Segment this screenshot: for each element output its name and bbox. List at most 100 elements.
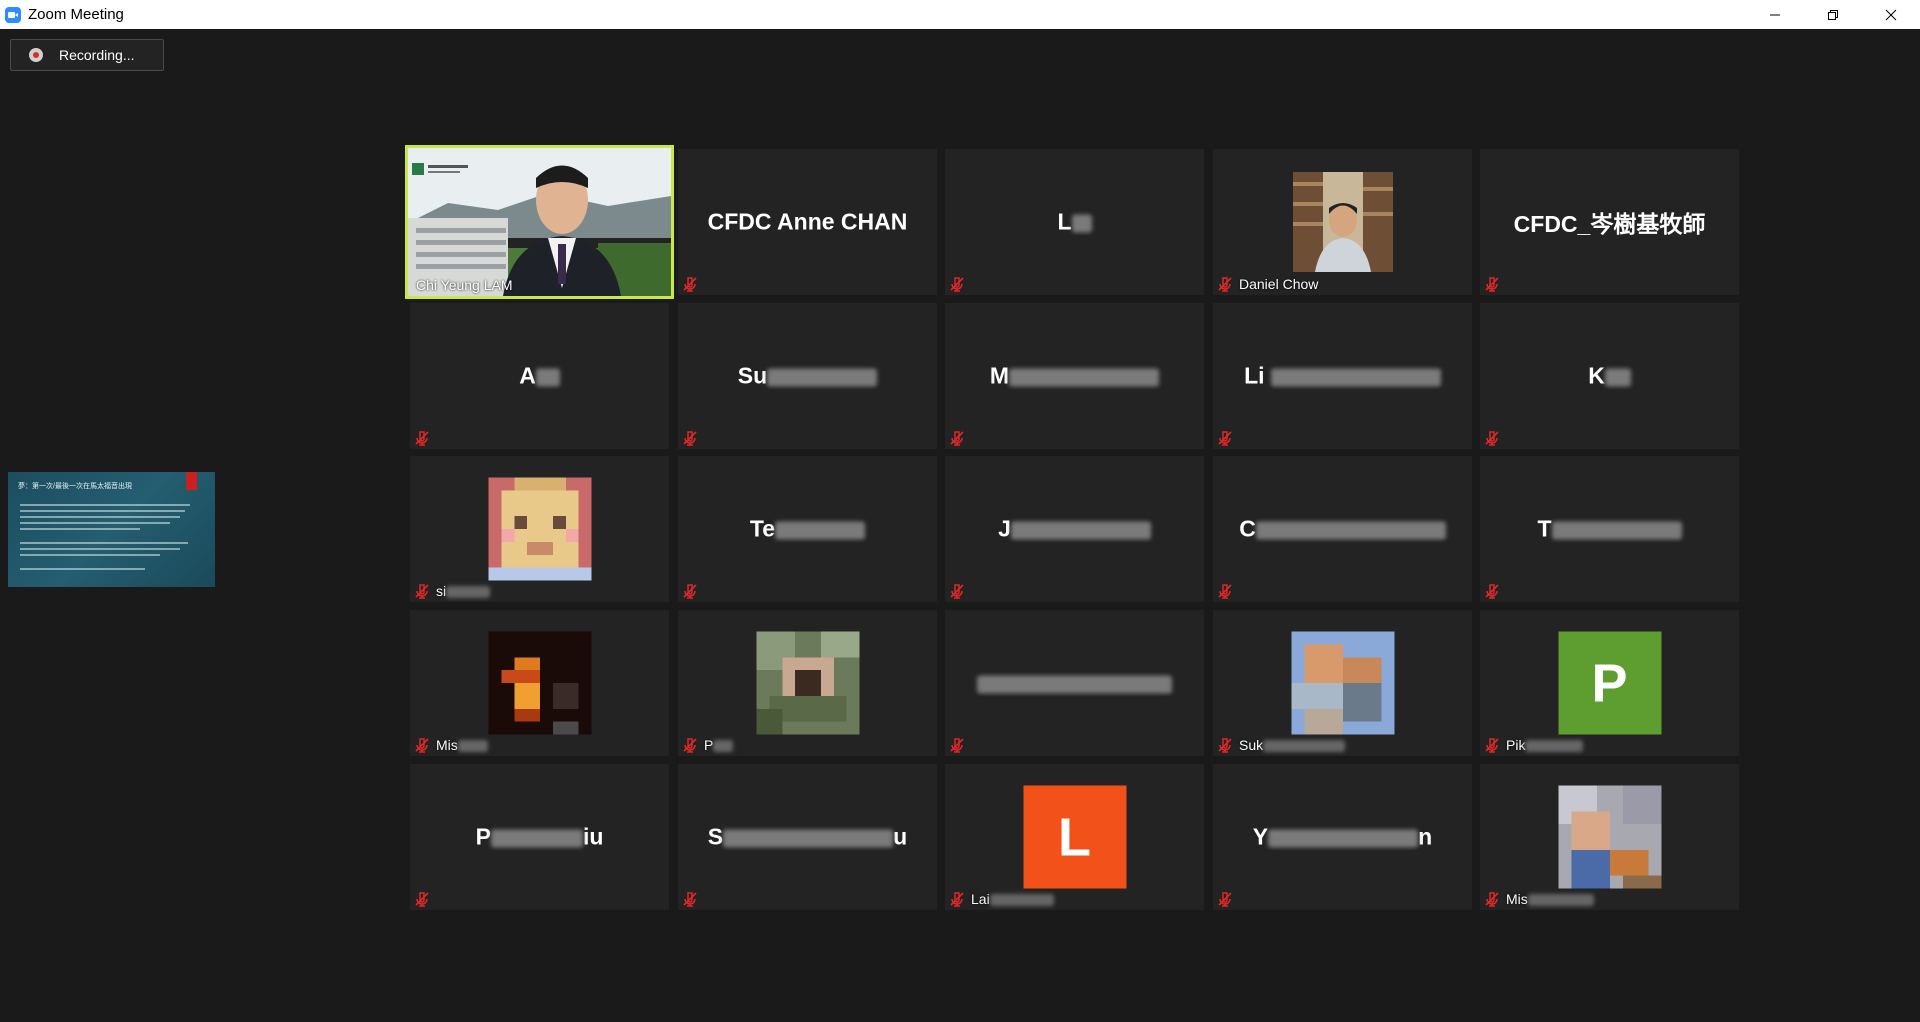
muted-mic-icon <box>1485 430 1499 446</box>
name-blurred-part <box>723 829 894 848</box>
name-blurred-part <box>1270 368 1441 387</box>
tile-footer <box>414 890 430 907</box>
participant-tile[interactable]: L Lai <box>945 764 1204 910</box>
participant-tile[interactable]: Mis <box>1480 764 1739 910</box>
tile-footer <box>1484 429 1500 446</box>
tile-footer <box>414 429 430 446</box>
participant-tile[interactable]: P Pik <box>1480 610 1739 756</box>
name-blurred-part <box>1551 521 1682 540</box>
participant-tile[interactable]: K <box>1480 303 1739 449</box>
participant-display-name <box>945 670 1204 697</box>
tile-footer: Mis <box>1484 890 1594 907</box>
window-title: Zoom Meeting <box>28 6 124 23</box>
name-blurred-part <box>446 585 491 598</box>
participant-tile[interactable]: P <box>678 610 937 756</box>
minimize-button[interactable] <box>1746 0 1804 29</box>
participant-avatar <box>756 631 859 735</box>
participant-display-name: Yn <box>1252 823 1433 850</box>
participant-display-name: C <box>1213 516 1472 543</box>
shared-screen-thumbnail[interactable]: 夢：第一次/最後一次在馬太福音出現 <box>8 472 215 587</box>
participant-tile[interactable]: A <box>410 303 669 449</box>
close-button[interactable] <box>1862 0 1920 29</box>
participant-name-label: Daniel Chow <box>1239 275 1319 292</box>
tile-footer <box>949 582 965 599</box>
participant-name-label: P <box>704 737 734 753</box>
participant-letter-avatar: L <box>1023 785 1126 889</box>
name-visible-part: S <box>707 823 724 850</box>
participant-tile[interactable]: si <box>410 456 669 602</box>
muted-mic-icon <box>1485 737 1499 753</box>
tile-footer: Suk <box>1217 736 1346 753</box>
muted-mic-icon <box>1485 276 1499 292</box>
participant-tile[interactable]: J <box>945 456 1204 602</box>
name-visible-part: P <box>475 823 491 850</box>
muted-mic-icon <box>683 891 697 907</box>
participant-tile[interactable]: L <box>945 149 1204 295</box>
name-blurred-part <box>775 521 866 540</box>
name-blurred-part <box>535 368 560 387</box>
participant-display-name: K <box>1480 363 1739 390</box>
tile-footer <box>1484 582 1500 599</box>
tile-footer <box>682 275 698 292</box>
participant-tile[interactable]: Li <box>1213 303 1472 449</box>
muted-mic-icon <box>1218 891 1232 907</box>
name-blurred-part <box>1009 368 1160 387</box>
name-blurred-part <box>1527 893 1594 906</box>
muted-mic-icon <box>683 276 697 292</box>
slide-title: 夢：第一次/最後一次在馬太福音出現 <box>18 483 132 490</box>
participant-tile[interactable]: C <box>1213 456 1472 602</box>
muted-mic-icon <box>683 583 697 599</box>
muted-mic-icon <box>415 891 429 907</box>
recording-label: Recording... <box>59 47 135 63</box>
muted-mic-icon <box>950 737 964 753</box>
participant-name-label: Lai <box>971 891 1054 907</box>
name-visible-part: J <box>998 515 1011 542</box>
slide-text-line <box>20 504 190 506</box>
slide-text-line <box>20 542 188 544</box>
window-controls <box>1746 0 1920 29</box>
participant-display-name: M <box>945 363 1204 390</box>
participant-tile[interactable]: Yn <box>1213 764 1472 910</box>
muted-mic-icon <box>1218 276 1232 292</box>
tile-footer <box>682 890 698 907</box>
name-blurred-part <box>767 368 878 387</box>
restore-button[interactable] <box>1804 0 1862 29</box>
participant-tile[interactable]: Mis <box>410 610 669 756</box>
recording-indicator[interactable]: Recording... <box>10 39 164 71</box>
participant-tile[interactable]: Su <box>678 764 937 910</box>
participant-display-name: Li <box>1213 363 1472 390</box>
record-icon <box>29 48 43 62</box>
name-blurred-part <box>1268 829 1419 848</box>
tile-footer <box>1484 275 1500 292</box>
minimize-icon <box>1770 14 1780 15</box>
participant-tile[interactable]: Piu <box>410 764 669 910</box>
slide-text-line <box>20 548 180 550</box>
participant-display-name: Su <box>707 823 908 850</box>
participant-tile[interactable] <box>945 610 1204 756</box>
participant-display-name: Te <box>678 516 937 543</box>
participant-display-name: CFDC_岑樹基牧師 <box>1513 211 1706 237</box>
muted-mic-icon <box>1218 583 1232 599</box>
participant-tile[interactable]: M <box>945 303 1204 449</box>
participant-tile[interactable]: Suk <box>1213 610 1472 756</box>
participant-display-name: A <box>410 363 669 390</box>
slide-text-line <box>20 516 180 518</box>
name-blurred-part <box>1071 214 1092 233</box>
participant-tile[interactable]: T <box>1480 456 1739 602</box>
participant-tile[interactable]: CFDC Anne CHAN <box>678 149 937 295</box>
muted-mic-icon <box>950 583 964 599</box>
name-visible-part: K <box>1588 362 1605 389</box>
participant-name-label: Chi Yeung LAM <box>416 276 513 293</box>
participant-name-label: Suk <box>1239 737 1346 753</box>
slide-text-line <box>20 522 170 524</box>
participant-tile[interactable]: CFDC_岑樹基牧師 <box>1480 149 1739 295</box>
tile-footer <box>1217 890 1233 907</box>
name-visible-part: Li <box>1244 362 1265 389</box>
participant-tile[interactable]: Daniel Chow <box>1213 149 1472 295</box>
participant-tile[interactable]: Chi Yeung LAM <box>405 145 674 299</box>
participant-tile[interactable]: Su <box>678 303 937 449</box>
participant-display-name: Su <box>678 363 937 390</box>
name-visible-part: L <box>1057 208 1072 235</box>
participant-tile[interactable]: Te <box>678 456 937 602</box>
title-bar: Zoom Meeting <box>0 0 1920 29</box>
